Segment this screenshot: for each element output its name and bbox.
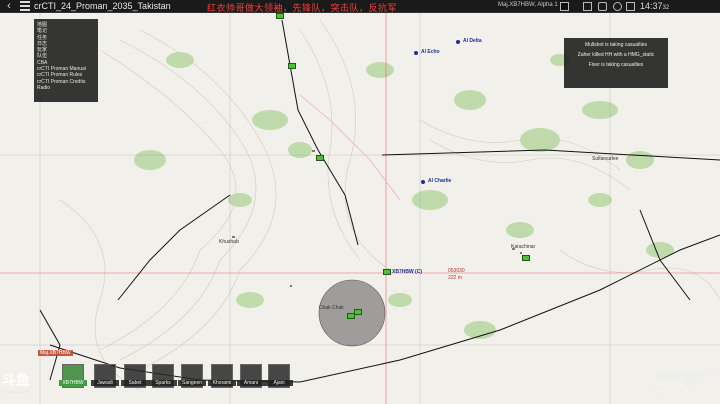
vehicle-health: 100% bbox=[648, 386, 664, 392]
group-name[interactable]: Sabet bbox=[121, 380, 149, 386]
stream-logo: 斗鱼 bbox=[2, 372, 30, 388]
objective-marker-icon[interactable] bbox=[522, 255, 530, 261]
group-bar: XB7HBW Jawadi Sabet Sparks Sangeen Khora… bbox=[34, 356, 298, 400]
box-icon[interactable] bbox=[583, 2, 592, 11]
group-name[interactable]: Khorami bbox=[208, 380, 236, 386]
group-name[interactable]: Sangeen bbox=[178, 380, 206, 386]
ammo-count: 29 bbox=[677, 398, 683, 404]
menu-icon[interactable] bbox=[20, 1, 30, 11]
notification-message: Zaher killed HH with a HMG_static bbox=[577, 52, 655, 58]
group-name[interactable]: XB7HBW bbox=[59, 380, 87, 386]
top-bar: ‹ crCTI_24_Proman_2035_Takistan 红衣帅哥做大领袖… bbox=[0, 0, 720, 13]
notification-message: Fixer is taking casualties bbox=[588, 62, 644, 68]
town-label: Karachinar bbox=[511, 244, 536, 250]
clock: 14:3732 bbox=[640, 1, 670, 11]
player-label: XB7HBW (C) bbox=[392, 269, 422, 275]
town-label: Khushab bbox=[219, 239, 239, 245]
notification-panel: Mullsbot is taking casualties Zaher kill… bbox=[564, 38, 668, 88]
stream-logo-sub: DOUYU.COM bbox=[4, 389, 29, 394]
menu-item-radio[interactable]: Radio bbox=[37, 85, 95, 91]
unit-label: Al Echo bbox=[421, 49, 440, 55]
town-label: Sultansafee bbox=[592, 156, 619, 162]
map-canvas[interactable]: 地图 笔记 任务 日志 玩家 队伍 CBA crCTI Proman Manua… bbox=[0, 13, 720, 404]
settings-icon[interactable] bbox=[613, 2, 622, 11]
group-name[interactable]: Sparks bbox=[149, 380, 177, 386]
back-icon[interactable]: ‹ bbox=[3, 0, 15, 12]
unit-label: Al Charlie bbox=[428, 178, 452, 184]
unit-marker-icon[interactable] bbox=[421, 180, 425, 184]
player-info: Maj.XB7HBW, Alpha 1 bbox=[498, 2, 558, 8]
notification-message: Mullsbot is taking casualties bbox=[585, 42, 647, 48]
window-title: crCTI_24_Proman_2035_Takistan bbox=[34, 1, 171, 11]
window-icon[interactable] bbox=[598, 2, 607, 11]
dark-square-icon[interactable] bbox=[560, 2, 569, 11]
objective-marker-icon[interactable] bbox=[276, 13, 284, 19]
unit-marker-icon[interactable] bbox=[456, 40, 460, 44]
unit-marker-icon[interactable] bbox=[414, 51, 418, 55]
map-side-menu: 地图 笔记 任务 日志 玩家 队伍 CBA crCTI Proman Manua… bbox=[34, 19, 98, 102]
distance-grid-label: 053030 bbox=[448, 268, 465, 274]
layers-icon[interactable] bbox=[626, 2, 635, 11]
group-name[interactable]: Amani bbox=[237, 380, 265, 386]
player-marker-icon[interactable] bbox=[383, 269, 391, 275]
town-label: Chak Chak bbox=[319, 305, 344, 311]
fuel-level: 100% bbox=[650, 394, 666, 400]
distance-value: 222 m bbox=[448, 275, 462, 281]
objective-marker-icon[interactable] bbox=[288, 63, 296, 69]
group-name[interactable]: Jawadi bbox=[91, 380, 119, 386]
unit-label: Al Delta bbox=[463, 38, 482, 44]
group-name[interactable]: Ajani bbox=[265, 380, 293, 386]
objective-marker-icon[interactable] bbox=[316, 155, 324, 161]
objective-marker-icon[interactable] bbox=[354, 309, 362, 315]
